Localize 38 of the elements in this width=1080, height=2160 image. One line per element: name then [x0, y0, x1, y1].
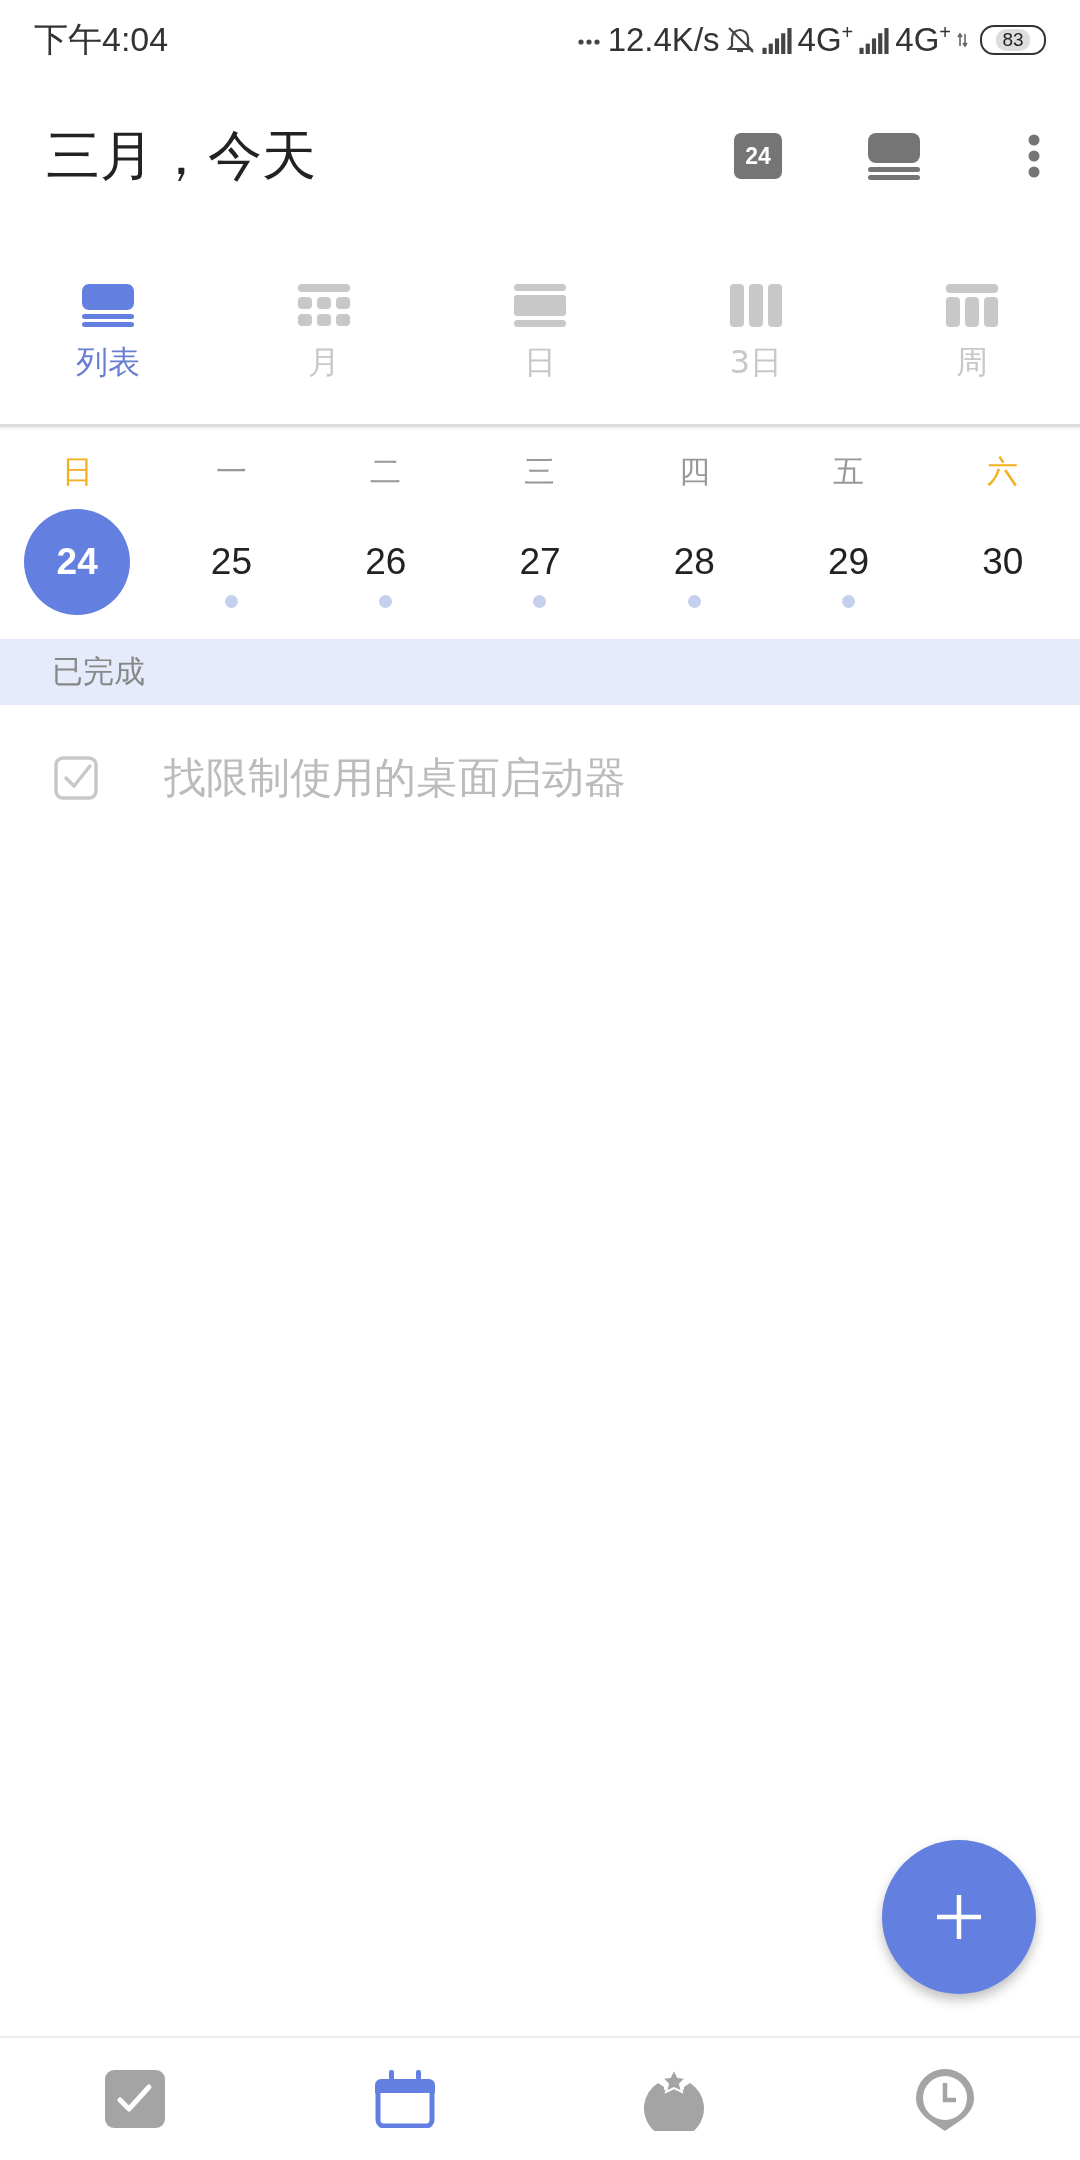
- checkbox[interactable]: [54, 756, 98, 800]
- list-view-icon: [82, 284, 134, 327]
- date-cell[interactable]: 26: [332, 509, 439, 615]
- page-title: 三月，今天: [46, 122, 316, 189]
- view-tab[interactable]: 列表: [0, 284, 216, 424]
- clock-time: 下午4:04: [34, 19, 169, 60]
- week-view-icon: [946, 284, 998, 327]
- date-cell[interactable]: 27: [487, 509, 593, 615]
- weekday-label: 五: [832, 452, 866, 491]
- three-column-icon: [730, 284, 782, 327]
- network-type: 4G$^{+}$: [797, 21, 854, 59]
- date-cell[interactable]: 30: [949, 509, 1056, 615]
- data-arrows-icon: [957, 32, 968, 48]
- network-speed: 12.4K/s: [607, 21, 720, 59]
- more-menu-icon[interactable]: [1028, 134, 1040, 178]
- weekday-label: 一: [214, 452, 248, 491]
- date-cell[interactable]: 29: [795, 509, 902, 615]
- network-type: 4G$^{+}$: [895, 21, 951, 59]
- plus-icon: [937, 1895, 981, 1939]
- signal-icon: [761, 26, 792, 54]
- weekday-label: 日: [60, 452, 94, 491]
- today-calendar-button[interactable]: 24: [734, 133, 782, 179]
- calendar-icon[interactable]: [375, 2070, 435, 2128]
- section-title: 已完成: [52, 652, 145, 691]
- month-grid-icon: [298, 284, 350, 327]
- battery-indicator: 83: [980, 25, 1046, 55]
- date-cell[interactable]: 28: [641, 509, 748, 615]
- checkbox-icon[interactable]: [105, 2070, 165, 2128]
- weekday-label: 三: [523, 452, 557, 491]
- day-view-icon: [514, 284, 566, 327]
- weekday-label: 四: [677, 452, 711, 491]
- weekday-label: 六: [986, 452, 1020, 491]
- clock-icon[interactable]: [914, 2067, 976, 2131]
- list-view-icon[interactable]: [868, 132, 920, 180]
- signal-icon: [859, 26, 890, 54]
- date-cell[interactable]: 25: [178, 509, 285, 615]
- date-cell[interactable]: 24: [24, 509, 131, 615]
- weekday-label: 二: [369, 452, 403, 491]
